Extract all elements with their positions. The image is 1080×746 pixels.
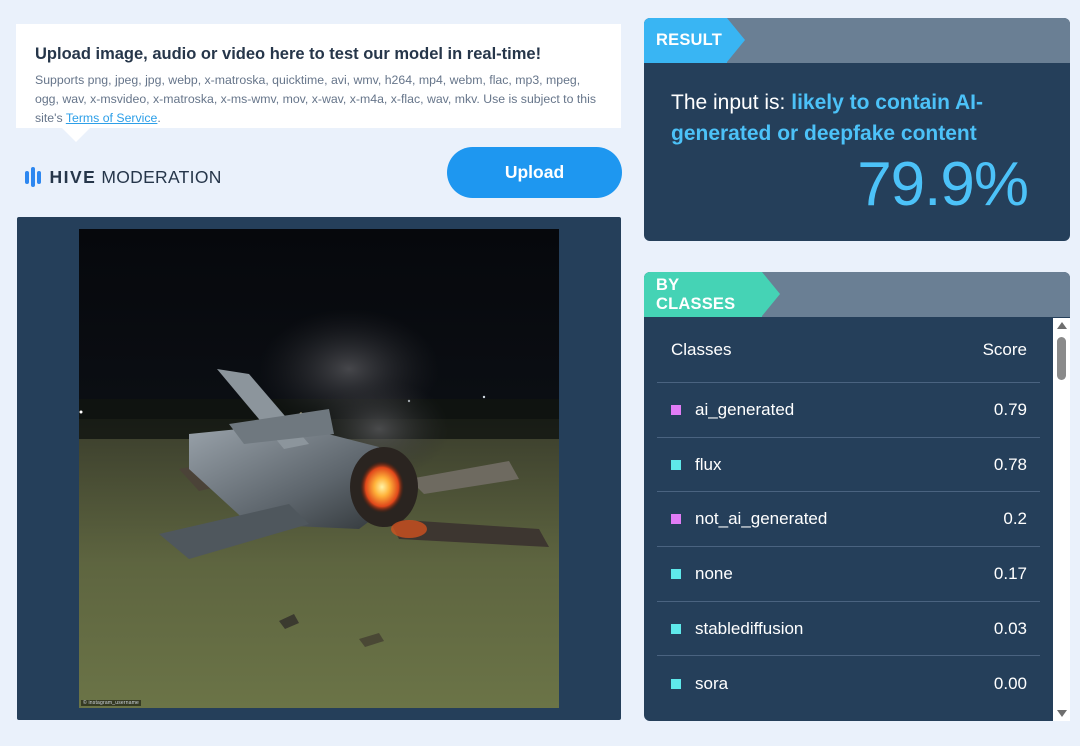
image-watermark: © instagram_username: [81, 700, 142, 706]
result-panel: RESULT The input is: likely to contain A…: [644, 18, 1070, 241]
hive-moderation-logo[interactable]: HIVE MODERATION: [25, 166, 222, 188]
result-tag: RESULT: [644, 18, 745, 63]
class-color-marker: [671, 514, 681, 525]
hive-logo-icon: [25, 166, 41, 188]
upload-info-title: Upload image, audio or video here to tes…: [35, 45, 542, 63]
classes-tag: BY CLASSES: [644, 272, 780, 317]
supported-formats-text: Supports png, jpeg, jpg, webp, x-matrosk…: [35, 71, 603, 128]
class-score: 0.79: [993, 399, 1027, 419]
class-row: stablediffusion 0.03: [657, 602, 1040, 657]
classes-table-header: Classes Score: [657, 317, 1040, 383]
result-percent: 79.9%: [857, 150, 1029, 219]
class-color-marker: [671, 678, 681, 689]
classes-rows: ai_generated 0.79 flux 0.78 not_ai_generated…: [657, 383, 1040, 711]
class-color-marker: [671, 459, 681, 470]
result-header: RESULT: [644, 18, 1070, 63]
class-name: stablediffusion: [695, 618, 804, 638]
class-score: 0.00: [993, 673, 1027, 693]
class-score: 0.78: [993, 454, 1027, 474]
brand-hive-text: HIVE: [49, 166, 97, 187]
terms-suffix: .: [157, 111, 161, 125]
class-row: sora 0.00: [657, 656, 1040, 711]
class-score: 0.03: [993, 618, 1027, 638]
class-name: flux: [695, 454, 722, 474]
scroll-thumb[interactable]: [1057, 337, 1066, 380]
classes-panel: BY CLASSES Classes Score ai_generated 0.7…: [644, 272, 1070, 721]
upload-info-card: Upload image, audio or video here to tes…: [16, 24, 621, 142]
class-name: ai_generated: [695, 399, 795, 419]
brand-moderation-text: MODERATION: [101, 166, 222, 187]
class-color-marker: [671, 568, 681, 579]
classes-column-header: Classes: [671, 339, 732, 359]
scroll-down-icon[interactable]: [1057, 710, 1067, 717]
class-row: ai_generated 0.79: [657, 383, 1040, 438]
scroll-up-icon[interactable]: [1057, 322, 1067, 329]
class-name: not_ai_generated: [695, 509, 828, 529]
score-column-header: Score: [982, 339, 1027, 359]
class-name: sora: [695, 673, 729, 693]
class-color-marker: [671, 623, 681, 634]
classes-scrollbar[interactable]: [1053, 318, 1070, 721]
class-color-marker: [671, 404, 681, 415]
class-row: flux 0.78: [657, 438, 1040, 493]
verdict-prefix: The input is:: [671, 91, 792, 114]
uploaded-image: © instagram_username: [79, 229, 559, 708]
class-row: not_ai_generated 0.2: [657, 492, 1040, 548]
result-verdict: The input is: likely to contain AI-gener…: [671, 87, 1031, 149]
class-score: 0.17: [993, 563, 1027, 583]
upload-button[interactable]: Upload: [447, 147, 622, 198]
class-row: none 0.17: [657, 547, 1040, 602]
classes-table: Classes Score ai_generated 0.79 flux 0.78 no…: [657, 317, 1040, 711]
class-name: none: [695, 563, 733, 583]
media-preview: © instagram_username: [17, 217, 621, 720]
class-score: 0.2: [1003, 509, 1027, 529]
classes-header: BY CLASSES: [644, 272, 1070, 317]
terms-of-service-link[interactable]: Terms of Service: [66, 111, 158, 125]
